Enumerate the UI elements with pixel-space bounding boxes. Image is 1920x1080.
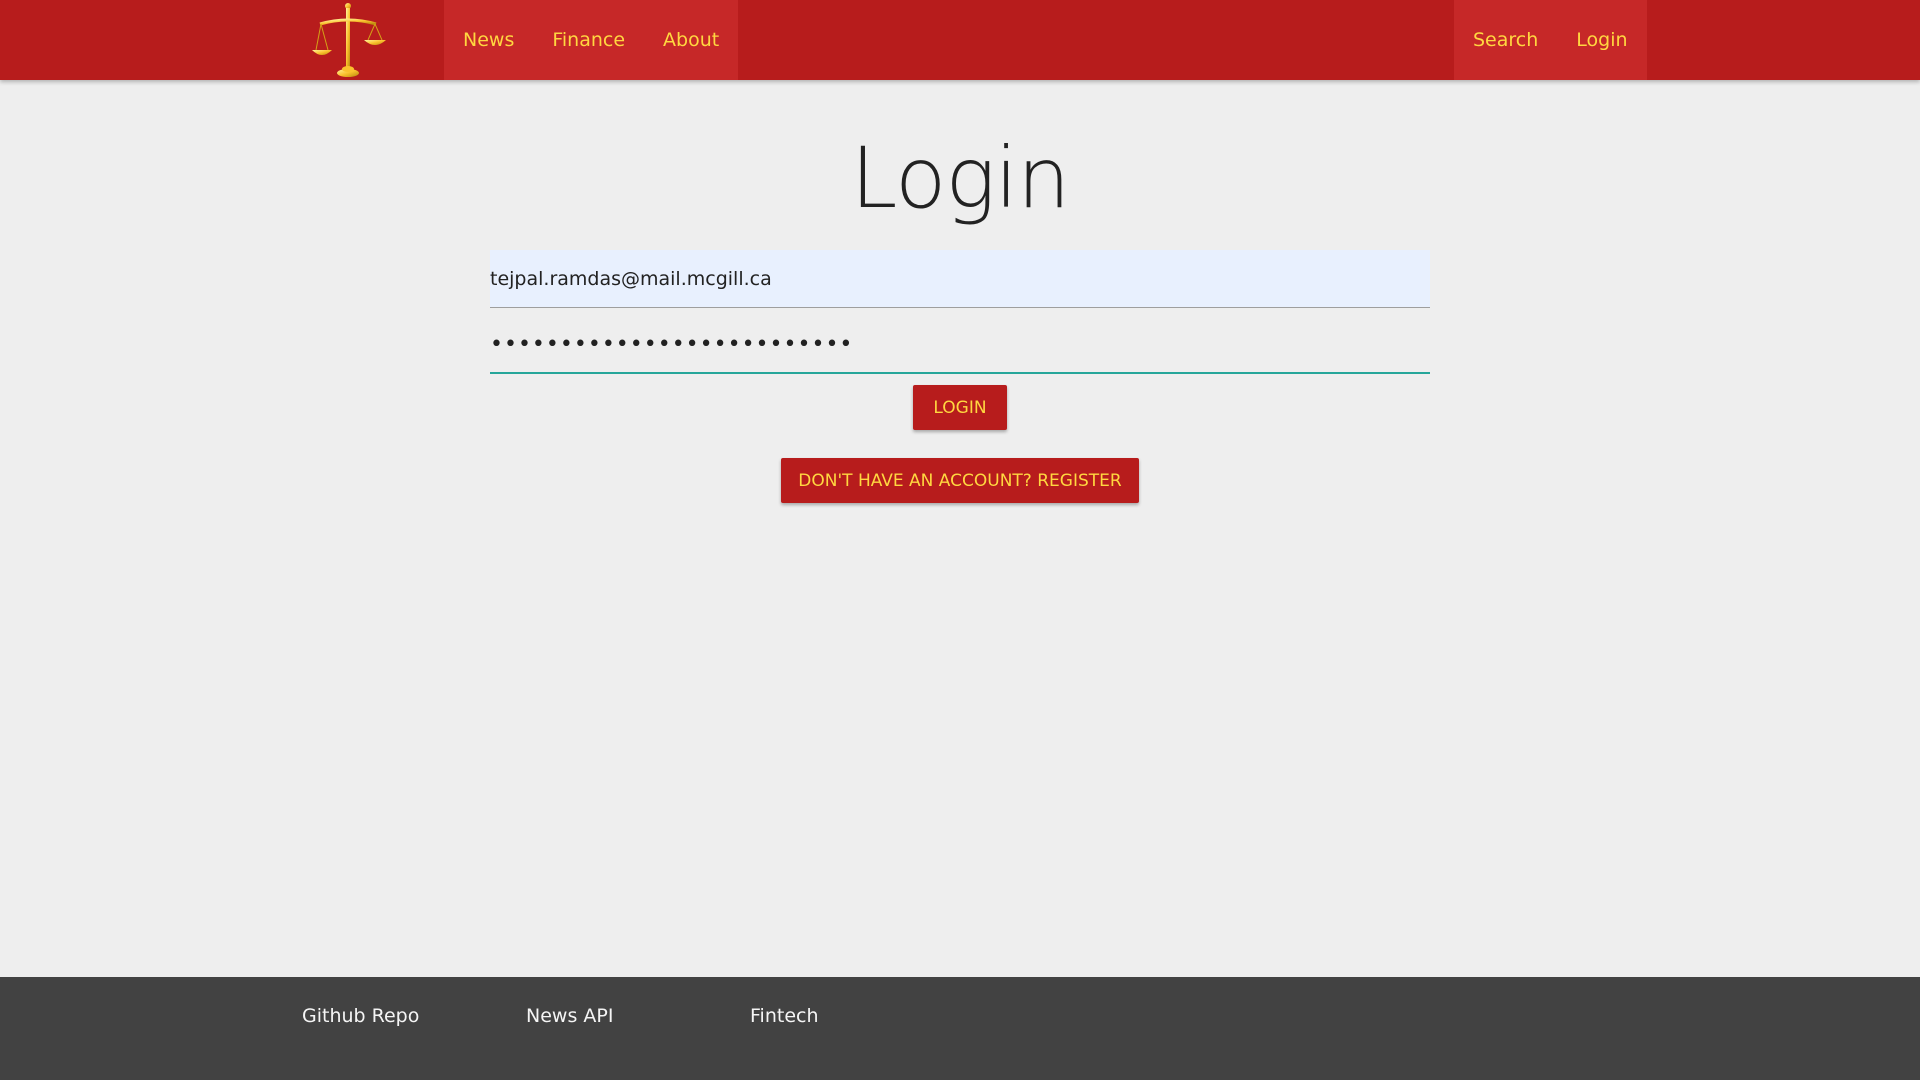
password-field[interactable] [490, 316, 1430, 374]
footer-link-fintech[interactable]: Fintech [750, 1005, 819, 1027]
scales-of-justice-icon [312, 3, 386, 77]
nav-link-finance[interactable]: Finance [533, 0, 644, 80]
page: News Finance About Search Login Login LO… [0, 0, 1920, 1080]
nav-link-news[interactable]: News [444, 0, 533, 80]
secondary-nav: Search Login [1454, 0, 1647, 80]
register-button[interactable]: DON'T HAVE AN ACCOUNT? REGISTER [781, 458, 1139, 503]
login-button[interactable]: LOGIN [913, 385, 1007, 430]
site-footer: Github Repo News API Fintech [0, 977, 1920, 1080]
primary-nav: News Finance About [444, 0, 739, 80]
nav-link-about[interactable]: About [644, 0, 738, 80]
top-navbar: News Finance About Search Login [0, 0, 1920, 80]
home-logo-link[interactable] [306, 0, 386, 80]
nav-link-login[interactable]: Login [1557, 0, 1646, 80]
footer-link-news-api[interactable]: News API [526, 1005, 613, 1027]
page-title: Login [850, 129, 1071, 227]
footer-link-github-repo[interactable]: Github Repo [302, 1005, 419, 1027]
nav-link-search[interactable]: Search [1454, 0, 1557, 80]
email-field[interactable] [490, 250, 1430, 308]
